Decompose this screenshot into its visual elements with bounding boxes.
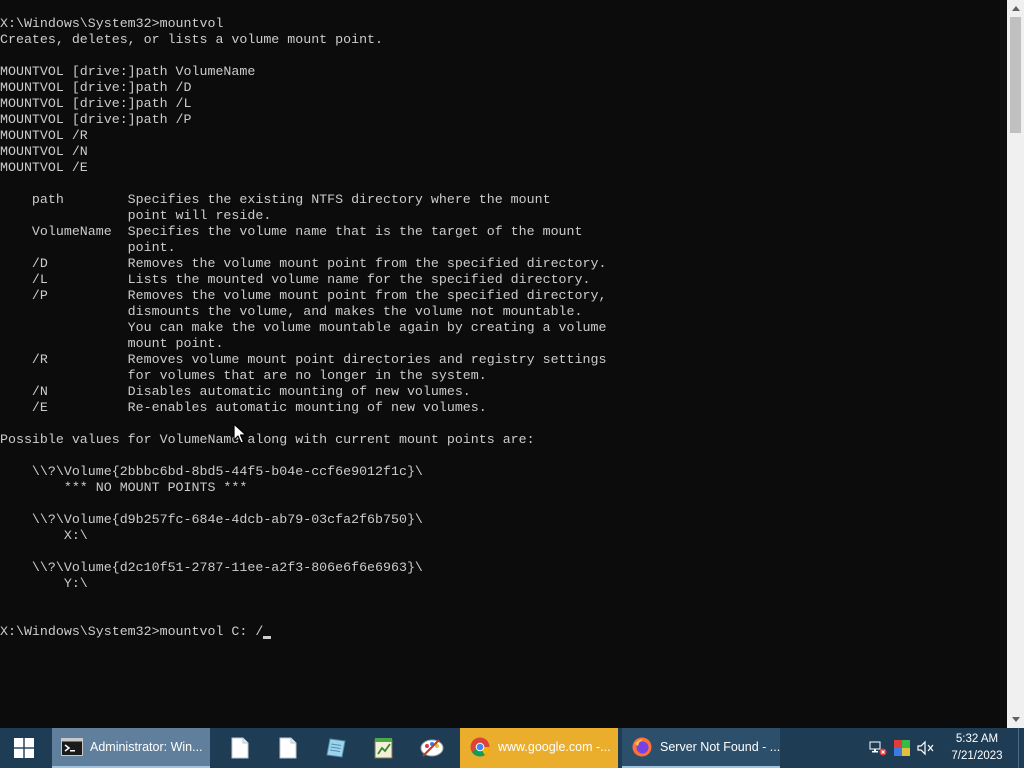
console-prompt: X:\Windows\System32>	[0, 624, 160, 639]
console-line: MOUNTVOL [drive:]path /P	[0, 112, 192, 127]
notepad-icon	[326, 738, 346, 758]
console-line: You can make the volume mountable again …	[0, 320, 607, 335]
system-tray: 5:32 AM 7/21/2023	[866, 728, 1024, 768]
console-line: VolumeName Specifies the volume name tha…	[0, 224, 583, 239]
pinned-notepad[interactable]	[312, 728, 360, 768]
pinned-paint[interactable]	[408, 728, 456, 768]
chrome-icon	[468, 735, 492, 759]
chevron-down-icon	[1011, 717, 1020, 722]
pinned-document-1[interactable]	[216, 728, 264, 768]
paint-icon	[420, 739, 444, 757]
console-line: /L Lists the mounted volume name for the…	[0, 272, 591, 287]
spreadsheet-icon	[374, 738, 393, 759]
windows-logo-icon	[14, 738, 34, 758]
taskbar: Administrator: Win... www.google.com -..…	[0, 728, 1024, 768]
show-desktop-button[interactable]	[1018, 728, 1024, 768]
pinned-apps	[216, 728, 456, 768]
taskbar-item-label: Server Not Found - ...	[660, 740, 780, 754]
console-line: point will reside.	[0, 208, 272, 223]
console-line: X:\Windows\System32>mountvol	[0, 16, 224, 31]
console-line: MOUNTVOL /N	[0, 144, 88, 159]
mouse-pointer-icon	[233, 423, 247, 444]
taskbar-item-firefox[interactable]: Server Not Found - ...	[622, 728, 780, 768]
console-line: \\?\Volume{d9b257fc-684e-4dcb-ab79-03cfa…	[0, 512, 423, 527]
console-line: MOUNTVOL [drive:]path /L	[0, 96, 192, 111]
start-button[interactable]	[0, 728, 48, 768]
pinned-spreadsheet[interactable]	[360, 728, 408, 768]
clock-date: 7/21/2023	[951, 750, 1003, 762]
taskbar-item-label: www.google.com -...	[498, 740, 611, 754]
pinned-document-2[interactable]	[264, 728, 312, 768]
color-icon[interactable]	[890, 728, 914, 768]
scroll-up-button[interactable]	[1007, 0, 1024, 17]
taskbar-item-chrome[interactable]: www.google.com -...	[460, 728, 618, 768]
console-line: mount point.	[0, 336, 224, 351]
firefox-icon	[630, 735, 654, 759]
console-line: Creates, deletes, or lists a volume moun…	[0, 32, 384, 47]
text-cursor	[263, 624, 272, 640]
console-line: dismounts the volume, and makes the volu…	[0, 304, 583, 319]
console-window[interactable]: X:\Windows\System32>mountvol Creates, del…	[0, 0, 1007, 728]
console-prompt-line[interactable]: X:\Windows\System32> mountvol C: /	[0, 624, 1000, 640]
scroll-thumb[interactable]	[1010, 17, 1021, 133]
console-line: /N Disables automatic mounting of new vo…	[0, 384, 471, 399]
console-line: *** NO MOUNT POINTS ***	[0, 480, 248, 495]
volume-muted-icon[interactable]	[914, 728, 938, 768]
console-line: X:\	[0, 528, 88, 543]
console-line: /D Removes the volume mount point from t…	[0, 256, 607, 271]
chevron-up-icon	[1011, 6, 1020, 11]
console-input[interactable]: mountvol C: /	[160, 624, 264, 640]
console-line: MOUNTVOL [drive:]path VolumeName	[0, 64, 256, 79]
console-line: \\?\Volume{2bbbc6bd-8bd5-44f5-b04e-ccf6e…	[0, 464, 423, 479]
console-line: /E Re-enables automatic mounting of new …	[0, 400, 487, 415]
taskbar-item-label: Administrator: Win...	[90, 740, 203, 754]
vertical-scrollbar[interactable]	[1007, 0, 1024, 728]
console-output: X:\Windows\System32>mountvol Creates, del…	[0, 16, 1000, 640]
console-line: point.	[0, 240, 176, 255]
document-icon	[279, 737, 297, 759]
console-line: Y:\	[0, 576, 88, 591]
clock-time: 5:32 AM	[955, 733, 999, 745]
console-line: /P Removes the volume mount point from t…	[0, 288, 607, 303]
console-line: MOUNTVOL /R	[0, 128, 88, 143]
cmd-icon	[60, 735, 84, 759]
scroll-down-button[interactable]	[1007, 711, 1024, 728]
taskbar-item-command-prompt[interactable]: Administrator: Win...	[52, 728, 210, 768]
console-line: \\?\Volume{d2c10f51-2787-11ee-a2f3-806e6…	[0, 560, 423, 575]
console-line: path Specifies the existing NTFS directo…	[0, 192, 551, 207]
network-icon[interactable]	[866, 728, 890, 768]
clock[interactable]: 5:32 AM 7/21/2023	[942, 728, 1012, 768]
document-icon	[231, 737, 249, 759]
console-line: /R Removes volume mount point directorie…	[0, 352, 607, 367]
console-line: for volumes that are no longer in the sy…	[0, 368, 487, 383]
console-line: MOUNTVOL /E	[0, 160, 88, 175]
console-line: Possible values for VolumeName along wit…	[0, 432, 535, 447]
console-line: MOUNTVOL [drive:]path /D	[0, 80, 192, 95]
